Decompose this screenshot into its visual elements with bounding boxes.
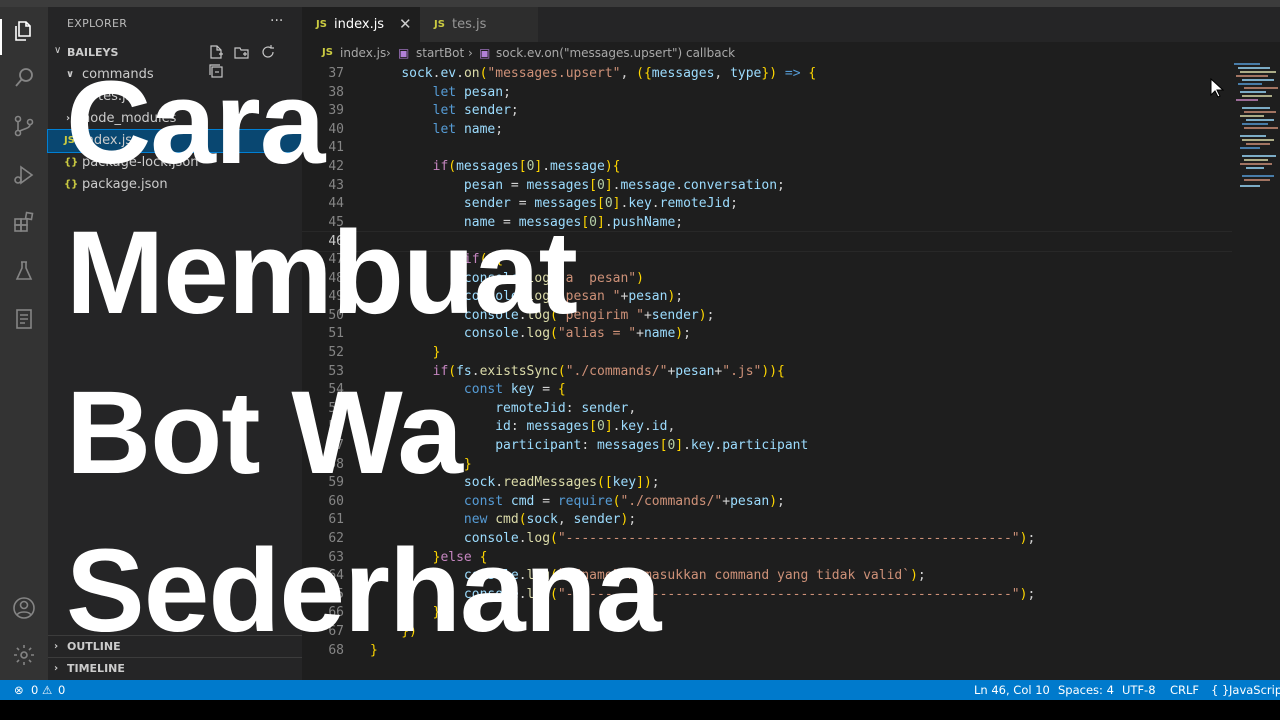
code-line[interactable]: 38 let pesan; [302, 83, 1232, 102]
more-actions-icon[interactable]: ··· [270, 13, 283, 29]
timeline-section[interactable]: › TIMELINE [48, 657, 302, 680]
line-number: 52 [328, 345, 344, 360]
encoding[interactable]: UTF-8 [1122, 680, 1156, 700]
search-icon[interactable] [12, 65, 36, 89]
chevron-right-icon: › [54, 641, 59, 652]
end-of-line[interactable]: CRLF [1170, 680, 1199, 700]
js-file-icon: JS [434, 19, 445, 30]
tab-label: tes.js [452, 17, 487, 32]
overlay-title-line-1: Cara [66, 57, 325, 189]
breadcrumb-callback[interactable]: sock.ev.on("messages.upsert") callback [496, 42, 735, 64]
tab-label: index.js [334, 17, 385, 32]
language-mode-icon: { } [1211, 683, 1230, 697]
language-mode[interactable]: JavaScript [1229, 680, 1280, 700]
active-view-indicator [0, 19, 2, 55]
warning-count[interactable]: 0 [58, 680, 65, 700]
chevron-right-icon: › [54, 663, 59, 674]
code-line[interactable]: 39 let sender; [302, 101, 1232, 120]
overlay-title-line-2: Membuat [66, 207, 578, 339]
close-icon[interactable]: ✕ [399, 7, 412, 42]
timeline-label: TIMELINE [67, 662, 125, 675]
status-bar: ⊗ 0 ⚠ 0 Ln 46, Col 10 Spaces: 4 UTF-8 CR… [0, 680, 1280, 700]
code-line[interactable]: 37 sock.ev.on("messages.upsert", ({messa… [302, 64, 1232, 83]
chevron-down-icon: ∨ [54, 45, 62, 56]
notebook-icon[interactable] [12, 307, 36, 331]
code-text: pesan = messages[0].message.conversation… [463, 177, 785, 193]
code-text: sock.ev.on("messages.upsert", ({messages… [401, 66, 817, 81]
extensions-icon[interactable] [12, 210, 36, 234]
tab-index-js[interactable]: JS index.js ✕ [302, 7, 420, 42]
warning-icon[interactable]: ⚠ [42, 680, 52, 700]
code-text: let sender; [432, 103, 519, 119]
chevron-right-icon: › [386, 46, 391, 60]
title-bar [0, 0, 1280, 7]
cursor-position[interactable]: Ln 46, Col 10 [974, 680, 1050, 700]
function-icon: ▣ [398, 46, 410, 60]
account-icon[interactable] [12, 596, 36, 620]
testing-icon[interactable] [12, 259, 36, 283]
chevron-right-icon: › [468, 46, 473, 60]
breadcrumb-file[interactable]: index.js [340, 42, 386, 64]
code-line[interactable]: 41 [302, 138, 1232, 157]
breadcrumb-function[interactable]: startBot [416, 42, 464, 64]
settings-gear-icon[interactable] [12, 643, 36, 667]
source-control-icon[interactable] [12, 114, 36, 138]
error-count[interactable]: 0 [31, 680, 38, 700]
files-icon[interactable] [12, 19, 36, 43]
js-file-icon: JS [316, 19, 327, 30]
screen-bottom-strip [0, 700, 1280, 720]
function-icon: ▣ [479, 46, 491, 60]
overlay-title-line-4: Sederhana [66, 525, 661, 657]
activity-bar [0, 7, 48, 680]
breadcrumb: JS index.js › ▣ startBot › ▣ sock.ev.on(… [302, 42, 1280, 64]
code-text: } [432, 345, 441, 360]
error-icon[interactable]: ⊗ [14, 680, 24, 700]
explorer-title: EXPLORER [67, 17, 128, 30]
minimap[interactable] [1230, 62, 1280, 202]
overlay-title-line-3: Bot Wa [66, 367, 463, 499]
editor-tabs: JS index.js ✕ JS tes.js [302, 7, 1280, 42]
code-line[interactable]: 52 } [302, 343, 1232, 362]
code-text: if(messages[0].message){ [432, 159, 621, 174]
code-text: let pesan; [432, 84, 511, 100]
code-line[interactable]: 40 let name; [302, 120, 1232, 139]
indentation[interactable]: Spaces: 4 [1058, 680, 1114, 700]
run-debug-icon[interactable] [12, 163, 36, 187]
code-line[interactable]: 42 if(messages[0].message){ [302, 157, 1232, 176]
mouse-cursor-icon [1210, 78, 1224, 98]
code-line[interactable]: 43 pesan = messages[0].message.conversat… [302, 176, 1232, 195]
tab-tes-js[interactable]: JS tes.js [420, 7, 538, 42]
code-text: let name; [432, 121, 504, 137]
